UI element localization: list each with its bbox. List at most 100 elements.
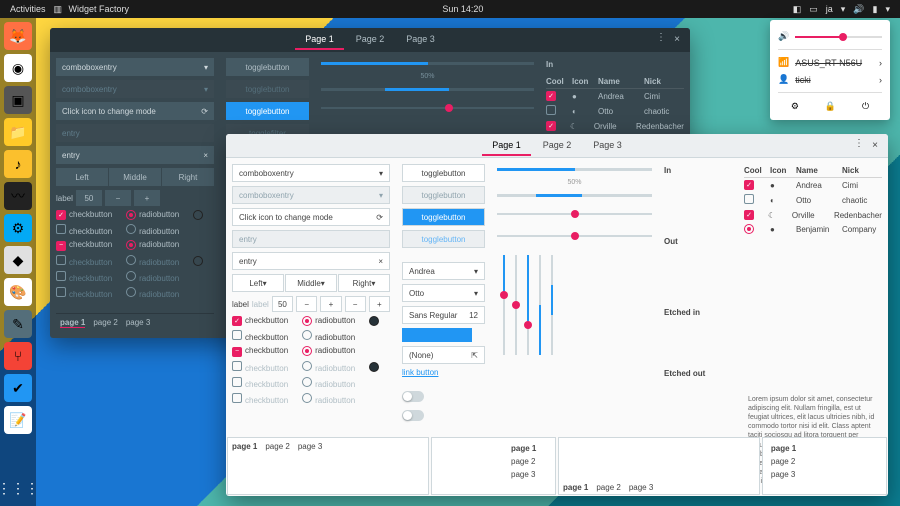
font-combo[interactable]: Sans Regular 12 (402, 306, 485, 324)
table-row[interactable]: ✓●AndreaCimi (744, 178, 882, 192)
notebook-bottom[interactable]: page 1page 2page 3 (558, 437, 760, 495)
menu-icon[interactable]: ⋮ (656, 32, 666, 43)
wifi-row[interactable]: 📶 ASUS_RT-N56U › (778, 54, 882, 71)
battery-icon[interactable]: ▮ (873, 4, 878, 15)
tray-icon[interactable]: ◧ (793, 4, 802, 15)
h-slider[interactable] (321, 107, 534, 109)
lock-icon[interactable]: 🔒 (825, 101, 836, 112)
dock-paint[interactable]: 🎨 (4, 278, 32, 306)
combobox-entry[interactable]: comboboxentry▾ (232, 164, 390, 182)
entry[interactable]: entry× (56, 146, 214, 164)
dock-files[interactable]: 📁 (4, 118, 32, 146)
activities-button[interactable]: Activities (10, 4, 46, 14)
table-row[interactable]: ◐Ottochaotic (546, 103, 684, 119)
radio[interactable] (302, 316, 312, 326)
v-slider[interactable] (515, 255, 517, 355)
app-menu[interactable]: ▥ Widget Factory (54, 4, 134, 15)
radio[interactable] (126, 210, 136, 220)
notebook-left[interactable]: page 1page 2page 3 (762, 437, 887, 495)
radio[interactable] (126, 240, 136, 250)
radio[interactable] (126, 224, 136, 234)
h-slider[interactable] (497, 235, 652, 237)
mode-entry[interactable]: Click icon to change mode⟳ (232, 208, 390, 226)
dock-apps[interactable]: ⋮⋮⋮ (4, 474, 32, 502)
radio-solid[interactable] (193, 210, 203, 220)
v-slider[interactable] (503, 255, 505, 355)
table-row[interactable]: ✓●AndreaCimi (546, 89, 684, 103)
tab-page2[interactable]: Page 2 (533, 136, 582, 156)
segmented-control[interactable]: LeftMiddleRight (56, 168, 214, 186)
togglebutton[interactable]: togglebutton (402, 164, 485, 182)
segmented-control[interactable]: Left ▾Middle ▾Right ▾ (232, 274, 390, 292)
dock-monitor[interactable]: 〰 (4, 182, 32, 210)
dock-editor[interactable]: 📝 (4, 406, 32, 434)
checkbox[interactable]: − (56, 241, 66, 251)
close-icon[interactable]: × (670, 32, 684, 46)
tab-page2[interactable]: Page 2 (346, 30, 395, 50)
color-button[interactable] (402, 328, 472, 342)
clock[interactable]: Sun 14:20 (442, 4, 483, 14)
radio[interactable] (302, 346, 312, 356)
combobox-entry[interactable]: comboboxentry▾ (56, 58, 214, 76)
menu-icon[interactable]: ⋮ (854, 138, 864, 149)
link-button[interactable]: link button (402, 368, 485, 377)
volume-icon[interactable]: 🔊 (853, 4, 864, 15)
spin-minus[interactable]: − (296, 296, 317, 312)
dock-settings[interactable]: ⚙ (4, 214, 32, 242)
tray-icon[interactable]: ▭ (809, 4, 818, 15)
switch[interactable] (402, 410, 424, 421)
spin-plus[interactable]: + (320, 296, 341, 312)
titlebar[interactable]: Page 1 Page 2 Page 3 ⋮ × (50, 28, 690, 52)
checkbox[interactable] (56, 224, 66, 234)
wifi-icon[interactable]: ▾ (841, 4, 846, 15)
spinbutton[interactable]: 50 (272, 296, 293, 312)
volume-slider[interactable] (795, 36, 882, 38)
notebook-top[interactable]: page 1page 2page 3 (227, 437, 429, 495)
minitab[interactable]: page 2 (93, 318, 117, 328)
name-combo[interactable]: Andrea▾ (402, 262, 485, 280)
togglebutton[interactable]: togglebutton (226, 58, 309, 76)
spin-minus[interactable]: − (105, 190, 131, 206)
titlebar[interactable]: Page 1 Page 2 Page 3 ⋮ × (226, 134, 888, 158)
power-icon[interactable]: ⏻ (862, 101, 869, 112)
table-row[interactable]: ✓☾OrvilleRedenbacher (744, 208, 882, 222)
radio-solid[interactable] (369, 316, 379, 326)
radio[interactable] (302, 330, 312, 340)
dock-git[interactable]: ⑂ (4, 342, 32, 370)
user-row[interactable]: 👤 ticki › (778, 71, 882, 88)
dock-chrome[interactable]: ◉ (4, 54, 32, 82)
h-slider[interactable] (497, 213, 652, 215)
tab-page1[interactable]: Page 1 (295, 30, 344, 50)
v-slider[interactable] (527, 255, 529, 355)
checkbox[interactable] (232, 330, 242, 340)
power-icon[interactable]: ▾ (885, 4, 890, 15)
tab-page1[interactable]: Page 1 (482, 136, 531, 156)
mode-entry[interactable]: Click icon to change mode⟳ (56, 102, 214, 120)
table-row[interactable]: ●BenjaminCompany (744, 222, 882, 236)
switch[interactable] (402, 391, 424, 402)
togglebutton-active[interactable]: togglebutton (402, 208, 485, 226)
minitab[interactable]: page 3 (126, 318, 150, 328)
tab-page3[interactable]: Page 3 (396, 30, 445, 50)
checkbox[interactable]: ✓ (232, 316, 242, 326)
dock-music[interactable]: ♪ (4, 150, 32, 178)
checkbox[interactable]: − (232, 347, 242, 357)
dock-todo[interactable]: ✔ (4, 374, 32, 402)
minitab[interactable]: page 1 (60, 318, 85, 328)
checkbox[interactable]: ✓ (56, 210, 66, 220)
tab-page3[interactable]: Page 3 (583, 136, 632, 156)
togglebutton-active[interactable]: togglebutton (226, 102, 309, 120)
dock-firefox[interactable]: 🦊 (4, 22, 32, 50)
entry[interactable]: entry× (232, 252, 390, 270)
dock-ide[interactable]: ◆ (4, 246, 32, 274)
close-icon[interactable]: × (868, 138, 882, 152)
file-chooser[interactable]: (None)⇱ (402, 346, 485, 364)
settings-icon[interactable]: ⚙ (791, 101, 799, 112)
table-row[interactable]: ◐Ottochaotic (744, 192, 882, 208)
table-row[interactable]: ✓☾OrvilleRedenbacher (546, 119, 684, 133)
spinbutton[interactable]: 50 (76, 190, 102, 206)
dock-gimp[interactable]: ✎ (4, 310, 32, 338)
dock-terminal[interactable]: ▣ (4, 86, 32, 114)
notebook-right[interactable]: page 1page 2page 3 (431, 437, 556, 495)
lang-indicator[interactable]: ja (826, 4, 833, 14)
